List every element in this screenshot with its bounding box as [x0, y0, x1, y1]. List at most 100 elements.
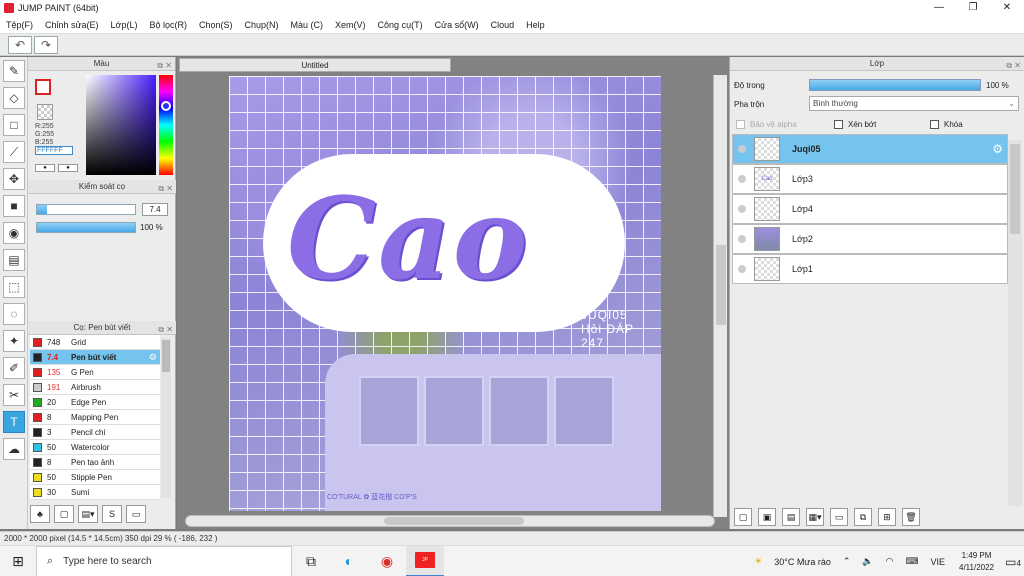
gear-icon[interactable]: ⚙	[149, 352, 157, 363]
layer-folder-button[interactable]: ▭	[830, 508, 848, 526]
new-brush-button[interactable]: ▢	[54, 505, 74, 523]
gear-icon[interactable]: ⚙	[992, 142, 1003, 156]
menu-cloud[interactable]: Cloud	[485, 16, 521, 34]
select-eraser-tool[interactable]: ✂	[3, 384, 25, 406]
edge-button[interactable]: ◐	[330, 553, 368, 569]
panel-window-icon[interactable]: ⧉ ✕	[157, 59, 172, 73]
scroll-thumb[interactable]	[1010, 144, 1020, 234]
brush-menu-button[interactable]: ▤▾	[78, 505, 98, 523]
protect-alpha-checkbox[interactable]: Bảo vệ alpha	[736, 120, 797, 129]
jump-paint-taskbar-button[interactable]: JP	[406, 545, 444, 576]
start-button[interactable]: ⊞	[0, 553, 36, 570]
duplicate-layer-button[interactable]: ⧉	[854, 508, 872, 526]
brush-tool[interactable]: ⟋	[3, 141, 25, 163]
menu-tools[interactable]: Công cụ(T)	[372, 16, 429, 34]
chrome-button[interactable]: ◉	[368, 553, 406, 570]
layer-row[interactable]: Lớp4	[732, 194, 1008, 224]
brush-item[interactable]: 3 Pencil chì	[30, 425, 160, 440]
swap-color-button[interactable]: ●	[35, 164, 55, 172]
brush-item[interactable]: 7.4 Pen bút viết ⚙	[30, 350, 160, 365]
eraser-tool[interactable]: ◇	[3, 87, 25, 109]
brush-tree-button[interactable]: ♣	[30, 505, 50, 523]
merge-layer-button[interactable]: ⊞	[878, 508, 896, 526]
brush-item[interactable]: 20 Edge Pen	[30, 395, 160, 410]
hue-slider[interactable]	[159, 75, 173, 175]
bucket-tool[interactable]: ◉	[3, 222, 25, 244]
move-tool[interactable]: ✥	[3, 168, 25, 190]
weather-icon[interactable]: ☀	[754, 556, 762, 567]
lasso-tool[interactable]: ◌	[3, 303, 25, 325]
foreground-color-swatch[interactable]	[35, 79, 51, 95]
magic-wand-tool[interactable]: ✦	[3, 330, 25, 352]
panel-window-icon[interactable]: ⧉ ✕	[158, 323, 173, 337]
new-raster-button[interactable]: ▤	[782, 508, 800, 526]
language-indicator[interactable]: VIE	[930, 557, 945, 567]
menu-edit[interactable]: Chỉnh sửa(E)	[39, 16, 105, 34]
visibility-icon[interactable]	[738, 175, 746, 183]
brush-item[interactable]: 748 Grid	[30, 335, 160, 350]
menu-file[interactable]: Tệp(F)	[0, 16, 39, 34]
layer-row[interactable]: Cao Lớp3	[732, 164, 1008, 194]
notification-center-button[interactable]: ▭4	[1002, 555, 1024, 569]
weather-text[interactable]: 30°C Mưa rào	[774, 557, 831, 567]
brush-size-value[interactable]: 7.4	[142, 203, 168, 216]
brush-item[interactable]: 8 Mapping Pen	[30, 410, 160, 425]
select-rect-tool[interactable]: ⬚	[3, 276, 25, 298]
canvas-horizontal-scrollbar[interactable]	[185, 515, 715, 527]
new-layer-copy-button[interactable]: ▣	[758, 508, 776, 526]
reset-color-button[interactable]: ●	[58, 164, 78, 172]
delete-layer-button[interactable]: 🗑	[902, 508, 920, 526]
task-view-button[interactable]: ⧉	[292, 553, 330, 570]
brush-size-slider[interactable]	[36, 204, 136, 215]
layer-row[interactable]: Juqi05 ⚙	[732, 134, 1008, 164]
menu-select[interactable]: Chọn(S)	[193, 16, 239, 34]
redo-button[interactable]: ↷	[34, 35, 58, 54]
menu-help[interactable]: Help	[520, 16, 551, 34]
maximize-button[interactable]: ❐	[956, 0, 990, 16]
visibility-icon[interactable]	[738, 145, 746, 153]
brush-item[interactable]: 135 G Pen	[30, 365, 160, 380]
fill-rect-tool[interactable]: ■	[3, 195, 25, 217]
document-tab[interactable]: Untitled	[179, 58, 451, 72]
gradient-tool[interactable]: ▤	[3, 249, 25, 271]
menu-view[interactable]: Xem(V)	[329, 16, 372, 34]
canvas-vertical-scrollbar[interactable]	[713, 75, 727, 517]
text-tool[interactable]: T	[3, 411, 25, 433]
menu-window[interactable]: Cửa sổ(W)	[429, 16, 485, 34]
clip-checkbox[interactable]: Xén bớt	[834, 120, 876, 129]
visibility-icon[interactable]	[738, 235, 746, 243]
layer-opacity-slider[interactable]	[809, 79, 981, 91]
layer-menu-button[interactable]: ▦▾	[806, 508, 824, 526]
taskbar-search[interactable]: ⌕ Type here to search	[36, 545, 292, 576]
brush-settings-button[interactable]: S	[102, 505, 122, 523]
minimize-button[interactable]: —	[922, 0, 956, 16]
brush-item[interactable]: 191 Airbrush	[30, 380, 160, 395]
saturation-value-picker[interactable]	[86, 75, 156, 175]
clock[interactable]: 1:49 PM 4/11/2022	[959, 550, 994, 574]
brush-list-scrollbar[interactable]	[161, 338, 171, 498]
layer-row[interactable]: Lớp2	[732, 224, 1008, 254]
artwork-canvas[interactable]: Cao JUQI05 Hỏi ĐÁP 247 CO'TURAL ✿ 蓝花楹 CO…	[229, 76, 661, 511]
brush-opacity-slider[interactable]	[36, 222, 136, 233]
chevron-up-icon[interactable]: ⌃	[843, 556, 851, 567]
panel-window-icon[interactable]: ⧉ ✕	[1006, 59, 1021, 73]
menu-capture[interactable]: Chụp(N)	[239, 16, 285, 34]
pen-tool[interactable]: ✎	[3, 60, 25, 82]
hex-input[interactable]: FFFFFF	[35, 146, 73, 155]
scroll-thumb[interactable]	[716, 245, 726, 325]
visibility-icon[interactable]	[738, 205, 746, 213]
layer-row[interactable]: Lớp1	[732, 254, 1008, 284]
brush-item[interactable]: 50 Stipple Pen	[30, 470, 160, 485]
select-pen-tool[interactable]: ✐	[3, 357, 25, 379]
scroll-thumb[interactable]	[384, 517, 524, 525]
hue-slider-knob[interactable]	[161, 101, 171, 111]
background-color-swatch[interactable]	[37, 104, 53, 120]
lock-checkbox[interactable]: Khóa	[930, 120, 963, 129]
scroll-thumb[interactable]	[162, 340, 170, 372]
visibility-icon[interactable]	[738, 265, 746, 273]
network-icon[interactable]: ◠	[886, 556, 894, 567]
menu-layer[interactable]: Lớp(L)	[105, 16, 144, 34]
keyboard-icon[interactable]: ⌨	[905, 556, 918, 567]
undo-button[interactable]: ↶	[8, 35, 32, 54]
menu-filter[interactable]: Bộ lọc(R)	[143, 16, 193, 34]
